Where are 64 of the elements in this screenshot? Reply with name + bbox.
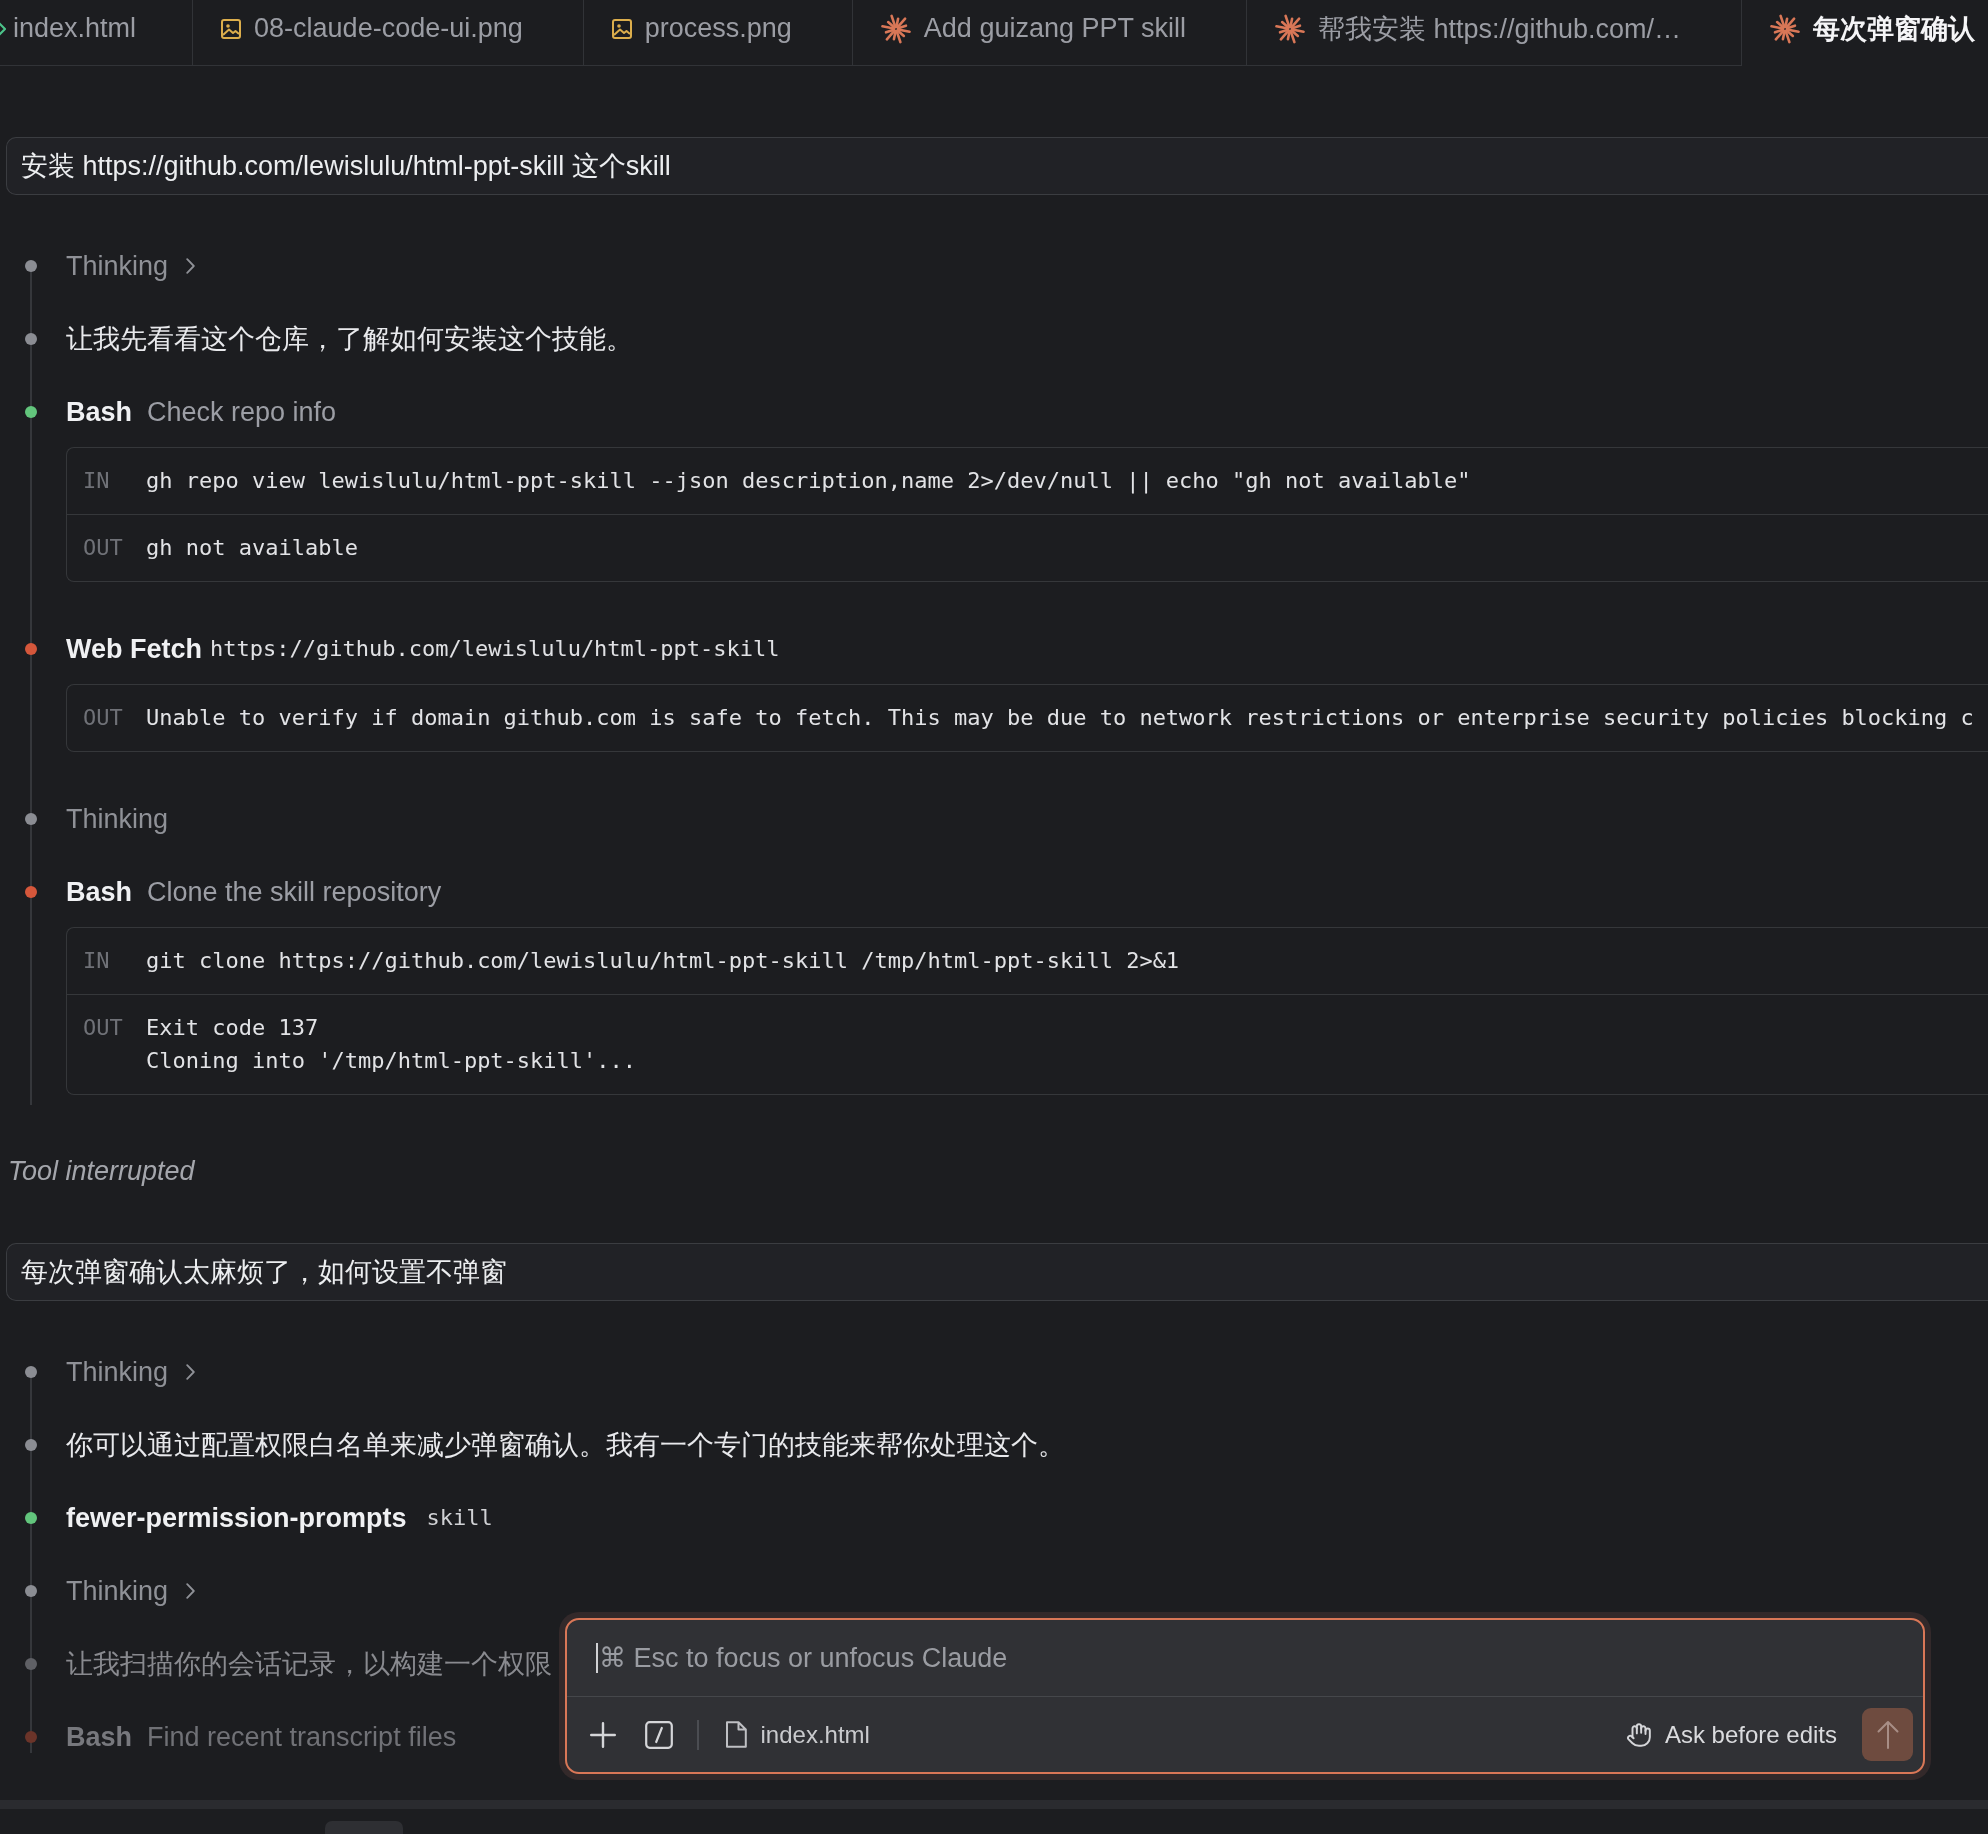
thinking-toggle[interactable]: Thinking	[66, 246, 196, 286]
editor-tab[interactable]: process.png	[583, 0, 853, 66]
hand-icon	[1625, 1721, 1652, 1748]
tool-summary: Clone the skill repository	[147, 876, 442, 909]
thinking-label: Thinking	[66, 803, 169, 836]
io-label: IN	[83, 467, 110, 495]
chevron-icon	[186, 1583, 196, 1599]
timeline-dot-icon	[25, 1366, 37, 1378]
io-label: OUT	[83, 534, 123, 562]
assistant-message: 让我扫描你的会话记录，以构建一个权限	[66, 1648, 552, 1681]
starburst-icon	[1275, 13, 1305, 44]
skill-tag: skill	[426, 1498, 493, 1538]
message-input[interactable]: ⌘ Esc to focus or unfocus Claude	[598, 1638, 1923, 1678]
code-line: git clone https://github.com/lewislulu/html-ppt-skill /tmp/html-ppt-skill 2>&1	[146, 947, 1180, 975]
status-note: Tool interrupted	[8, 1155, 195, 1188]
code-line: gh not available	[146, 534, 358, 562]
tool-name: Bash	[66, 876, 133, 909]
chevron-icon	[186, 258, 196, 274]
timeline-dot-icon	[25, 1658, 37, 1670]
chevron-icon	[186, 1364, 196, 1380]
chevron-icon	[0, 21, 6, 36]
mode-button[interactable]: Ask before edits	[1625, 1720, 1837, 1749]
tool-name: Bash	[66, 1721, 133, 1754]
tool-summary: Find recent transcript files	[147, 1721, 457, 1754]
tool-name: Web Fetch	[66, 633, 202, 666]
image-icon	[611, 18, 632, 39]
thinking-toggle[interactable]: Thinking	[66, 1571, 196, 1611]
editor-tab[interactable]: 帮我安装 https://github.com/…	[1247, 0, 1743, 66]
skill-name: fewer-permission-prompts	[66, 1502, 407, 1535]
arrow-up-icon	[1876, 1719, 1899, 1750]
image-icon	[221, 18, 242, 39]
assistant-message: 让我先看看这个仓库，了解如何安装这个技能。	[66, 323, 633, 356]
timeline-dot-icon	[25, 1439, 37, 1451]
code-line: Unable to verify if domain github.com is safe to fetch. This may be due to network restrictions or enterprise security policies blocking c	[146, 704, 1974, 732]
code-line: Cloning into '/tmp/html-ppt-skill'...	[146, 1047, 637, 1075]
starburst-icon	[880, 13, 911, 44]
add-button[interactable]	[590, 1721, 616, 1748]
user-message: 每次弹窗确认太麻烦了，如何设置不弹窗	[6, 1243, 1988, 1301]
code-line: Exit code 137	[146, 1014, 319, 1042]
file-icon	[724, 1721, 747, 1748]
editor-tab[interactable]: 08-claude-code-ui.png	[193, 0, 584, 66]
editor-tab[interactable]: Add guizang PPT skill	[852, 0, 1247, 66]
timeline-dot-icon	[25, 1585, 37, 1597]
tool-summary: Check repo info	[147, 396, 337, 429]
timeline-dot-icon	[25, 260, 37, 272]
io-label: IN	[83, 947, 110, 975]
editor-tab[interactable]: 每次弹窗确认	[1742, 0, 1988, 66]
thinking-toggle[interactable]: Thinking	[66, 1352, 196, 1392]
timeline-dot-icon	[25, 813, 37, 825]
io-label: OUT	[83, 704, 123, 732]
timeline-dot-icon	[25, 333, 37, 345]
fetch-url: https://github.com/lewislulu/html-ppt-skill	[210, 635, 780, 663]
slash-square-icon	[645, 1720, 673, 1749]
editor-tab[interactable]: index.html	[0, 0, 194, 66]
assistant-message: 你可以通过配置权限白名单来减少弹窗确认。我有一个专门的技能来帮你处理这个。	[66, 1429, 1065, 1462]
attached-file[interactable]: index.html	[724, 1720, 870, 1749]
command-button[interactable]	[645, 1720, 673, 1749]
plus-icon	[590, 1721, 616, 1748]
user-message: 安装 https://github.com/lewislulu/html-ppt-skill 这个skill	[6, 137, 1988, 195]
text-cursor	[596, 1643, 598, 1673]
io-label: OUT	[83, 1014, 123, 1042]
starburst-icon	[1770, 13, 1801, 44]
tool-name: Bash	[66, 396, 133, 429]
code-line: gh repo view lewislulu/html-ppt-skill --json description,name 2>/dev/null || echo "gh not available"	[146, 467, 1471, 496]
